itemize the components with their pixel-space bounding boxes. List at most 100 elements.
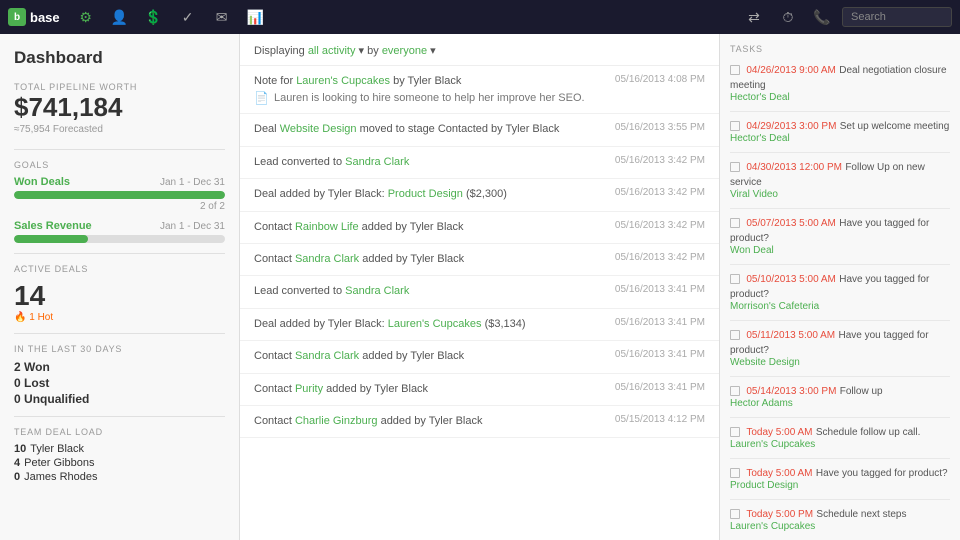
team-member-1: 4Peter Gibbons <box>14 457 225 469</box>
task-3-date: 05/07/2013 5:00 AM <box>746 218 836 229</box>
doc-icon: 📄 <box>254 91 269 105</box>
feed-item-3-text: Deal added by Tyler Black: Product Desig… <box>254 187 605 202</box>
goal-won-deals-progress: 2 of 2 <box>14 201 225 212</box>
task-7-checkbox[interactable] <box>730 427 740 437</box>
link-rainbow-life[interactable]: Rainbow Life <box>295 221 359 233</box>
link-sandra-clark-2[interactable]: Sandra Clark <box>295 253 359 265</box>
link-laurens-cupcakes-1[interactable]: Lauren's Cupcakes <box>388 318 482 330</box>
top-navigation: b base ⚙ 👤 💲 ✓ ✉ 📊 ⇄ ⏱ 📞 <box>0 0 960 34</box>
goal-won-deals: Won Deals Jan 1 - Dec 31 2 of 2 <box>14 176 225 212</box>
nav-deals[interactable]: 💲 <box>140 3 168 31</box>
feed-item-9: Contact Purity added by Tyler Black 05/1… <box>240 374 719 406</box>
filter-person[interactable]: everyone <box>382 45 427 57</box>
task-4-checkbox[interactable] <box>730 274 740 284</box>
task-2-checkbox[interactable] <box>730 162 740 172</box>
feed-item-5: Contact Sandra Clark added by Tyler Blac… <box>240 244 719 276</box>
feed-item-2: Lead converted to Sandra Clark 05/16/201… <box>240 147 719 179</box>
task-7-text: Schedule follow up call. <box>816 427 921 438</box>
team-member-0: 10Tyler Black <box>14 443 225 455</box>
nav-dashboard[interactable]: ⚙ <box>72 3 100 31</box>
goals-label: GOALS <box>14 160 225 170</box>
task-5-checkbox[interactable] <box>730 330 740 340</box>
active-deals-count: 14 <box>14 280 225 312</box>
task-3: 05/07/2013 5:00 AM Have you tagged for p… <box>730 215 950 256</box>
filter-activity[interactable]: all activity <box>308 45 356 57</box>
task-1-checkbox[interactable] <box>730 121 740 131</box>
pipeline-forecast: ≈75,954 Forecasted <box>14 124 225 135</box>
feed-item-0-sub: 📄 Lauren is looking to hire someone to h… <box>254 91 605 105</box>
task-2-context[interactable]: Viral Video <box>730 189 950 200</box>
task-6-checkbox[interactable] <box>730 386 740 396</box>
task-7: Today 5:00 AM Schedule follow up call. L… <box>730 424 950 450</box>
task-9-context[interactable]: Lauren's Cupcakes <box>730 521 950 532</box>
pipeline-value: $741,184 <box>14 92 225 123</box>
phone-icon[interactable]: 📞 <box>808 3 836 31</box>
share-icon[interactable]: ⇄ <box>740 3 768 31</box>
feed-item-2-text: Lead converted to Sandra Clark <box>254 155 605 170</box>
goal-sales-revenue-fill <box>14 235 88 243</box>
feed-item-1: Deal Website Design moved to stage Conta… <box>240 114 719 146</box>
feed-item-5-time: 05/16/2013 3:42 PM <box>615 252 705 263</box>
feed-item-8: Contact Sandra Clark added by Tyler Blac… <box>240 341 719 373</box>
nav-contacts[interactable]: 👤 <box>106 3 134 31</box>
link-laurens-cupcakes-0[interactable]: Lauren's Cupcakes <box>296 75 390 87</box>
feed-item-7: Deal added by Tyler Black: Lauren's Cupc… <box>240 309 719 341</box>
feed-item-10-time: 05/15/2013 4:12 PM <box>615 414 705 425</box>
sidebar: Dashboard TOTAL PIPELINE WORTH $741,184 … <box>0 34 240 540</box>
task-1-context[interactable]: Hector's Deal <box>730 133 950 144</box>
link-purity[interactable]: Purity <box>295 383 323 395</box>
link-sandra-clark-3[interactable]: Sandra Clark <box>345 285 409 297</box>
feed-item-1-time: 05/16/2013 3:55 PM <box>615 122 705 133</box>
logo[interactable]: b base <box>8 8 60 26</box>
task-9: Today 5:00 PM Schedule next steps Lauren… <box>730 506 950 532</box>
link-website-design[interactable]: Website Design <box>280 123 357 135</box>
task-8: Today 5:00 AM Have you tagged for produc… <box>730 465 950 491</box>
link-sandra-clark-1[interactable]: Sandra Clark <box>345 156 409 168</box>
logo-icon: b <box>8 8 26 26</box>
feed-item-0-text: Note for Lauren's Cupcakes by Tyler Blac… <box>254 74 605 89</box>
feed-item-4-text: Contact Rainbow Life added by Tyler Blac… <box>254 220 605 235</box>
hot-badge: 🔥 1 Hot <box>14 312 225 323</box>
feed-item-10: Contact Charlie Ginzburg added by Tyler … <box>240 406 719 438</box>
task-4-date: 05/10/2013 5:00 AM <box>746 274 836 285</box>
task-6-context[interactable]: Hector Adams <box>730 398 950 409</box>
nav-email[interactable]: ✉ <box>208 3 236 31</box>
feed-item-3: Deal added by Tyler Black: Product Desig… <box>240 179 719 211</box>
stat-lost: 0 Lost <box>14 376 225 390</box>
task-2-date: 04/30/2013 12:00 PM <box>746 162 842 173</box>
task-4-context[interactable]: Morrison's Cafeteria <box>730 301 950 312</box>
link-charlie-ginzburg[interactable]: Charlie Ginzburg <box>295 415 378 427</box>
team-label: TEAM DEAL LOAD <box>14 427 225 437</box>
task-3-context[interactable]: Won Deal <box>730 245 950 256</box>
task-0-context[interactable]: Hector's Deal <box>730 92 950 103</box>
task-8-checkbox[interactable] <box>730 468 740 478</box>
task-9-checkbox[interactable] <box>730 509 740 519</box>
activity-feed: Displaying all activity ▾ by everyone ▾ … <box>240 34 720 540</box>
task-3-checkbox[interactable] <box>730 218 740 228</box>
topnav-right: ⇄ ⏱ 📞 <box>740 3 952 31</box>
search-input[interactable] <box>842 7 952 27</box>
feed-item-6-time: 05/16/2013 3:41 PM <box>615 284 705 295</box>
main-content: Dashboard TOTAL PIPELINE WORTH $741,184 … <box>0 34 960 540</box>
feed-item-6: Lead converted to Sandra Clark 05/16/201… <box>240 276 719 308</box>
goal-sales-revenue-date: Jan 1 - Dec 31 <box>160 221 225 232</box>
nav-reports[interactable]: 📊 <box>242 3 270 31</box>
clock-icon[interactable]: ⏱ <box>774 3 802 31</box>
nav-tasks[interactable]: ✓ <box>174 3 202 31</box>
task-0: 04/26/2013 9:00 AM Deal negotiation clos… <box>730 62 950 103</box>
goal-won-deals-date: Jan 1 - Dec 31 <box>160 177 225 188</box>
link-product-design[interactable]: Product Design <box>388 188 463 200</box>
team-member-2: 0James Rhodes <box>14 471 225 483</box>
task-5-context[interactable]: Website Design <box>730 357 950 368</box>
goal-sales-revenue: Sales Revenue Jan 1 - Dec 31 <box>14 220 225 243</box>
task-0-checkbox[interactable] <box>730 65 740 75</box>
task-8-context[interactable]: Product Design <box>730 480 950 491</box>
task-1: 04/29/2013 3:00 PM Set up welcome meetin… <box>730 118 950 144</box>
last30-label: IN THE LAST 30 DAYS <box>14 344 225 354</box>
page-title: Dashboard <box>14 48 225 68</box>
link-sandra-clark-4[interactable]: Sandra Clark <box>295 350 359 362</box>
task-2: 04/30/2013 12:00 PM Follow Up on new ser… <box>730 159 950 200</box>
feed-item-1-text: Deal Website Design moved to stage Conta… <box>254 122 605 137</box>
task-7-context[interactable]: Lauren's Cupcakes <box>730 439 950 450</box>
task-4: 05/10/2013 5:00 AM Have you tagged for p… <box>730 271 950 312</box>
